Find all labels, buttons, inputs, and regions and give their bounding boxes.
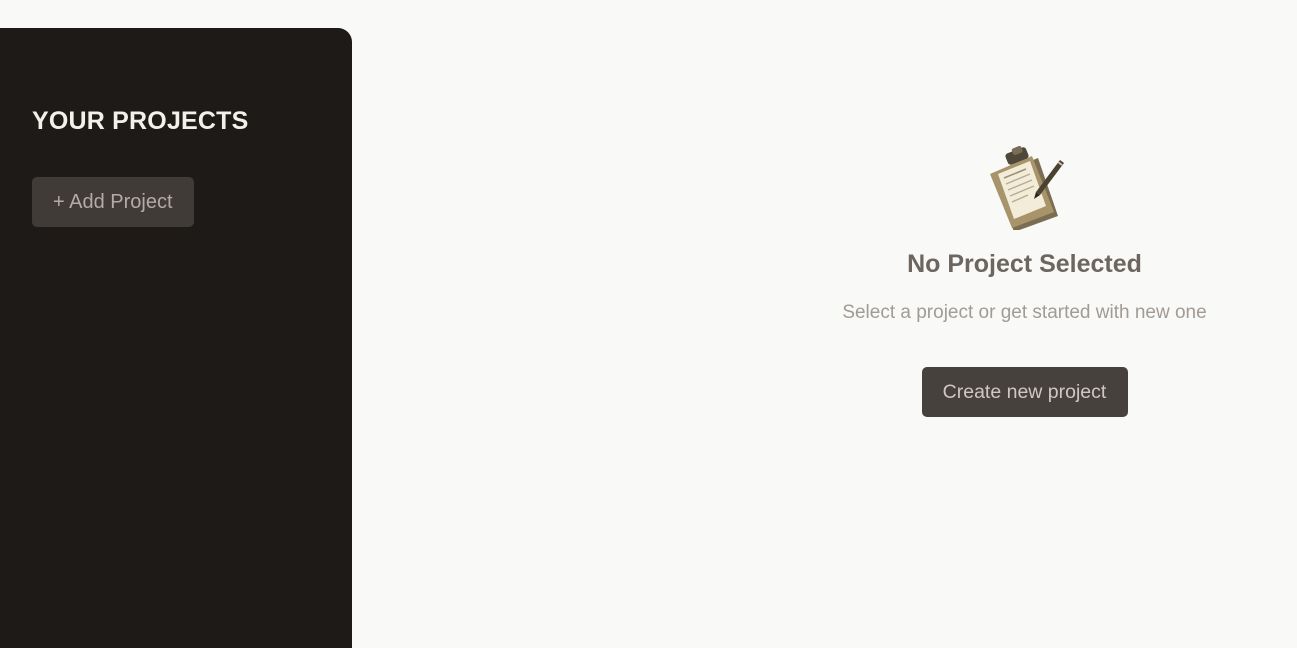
create-new-project-button[interactable]: Create new project — [921, 367, 1128, 417]
main-content: No Project Selected Select a project or … — [352, 0, 1297, 648]
app: YOUR PROJECTS + Add Project No Project S… — [0, 0, 1297, 648]
add-project-button[interactable]: + Add Project — [32, 177, 194, 227]
projects-sidebar: YOUR PROJECTS + Add Project — [0, 28, 352, 648]
empty-state-subtitle: Select a project or get started with new… — [842, 302, 1207, 323]
clipboard-icon — [989, 146, 1064, 230]
sidebar-title: YOUR PROJECTS — [32, 107, 249, 135]
no-project-empty-state: No Project Selected Select a project or … — [832, 146, 1217, 417]
empty-state-title: No Project Selected — [907, 250, 1142, 278]
